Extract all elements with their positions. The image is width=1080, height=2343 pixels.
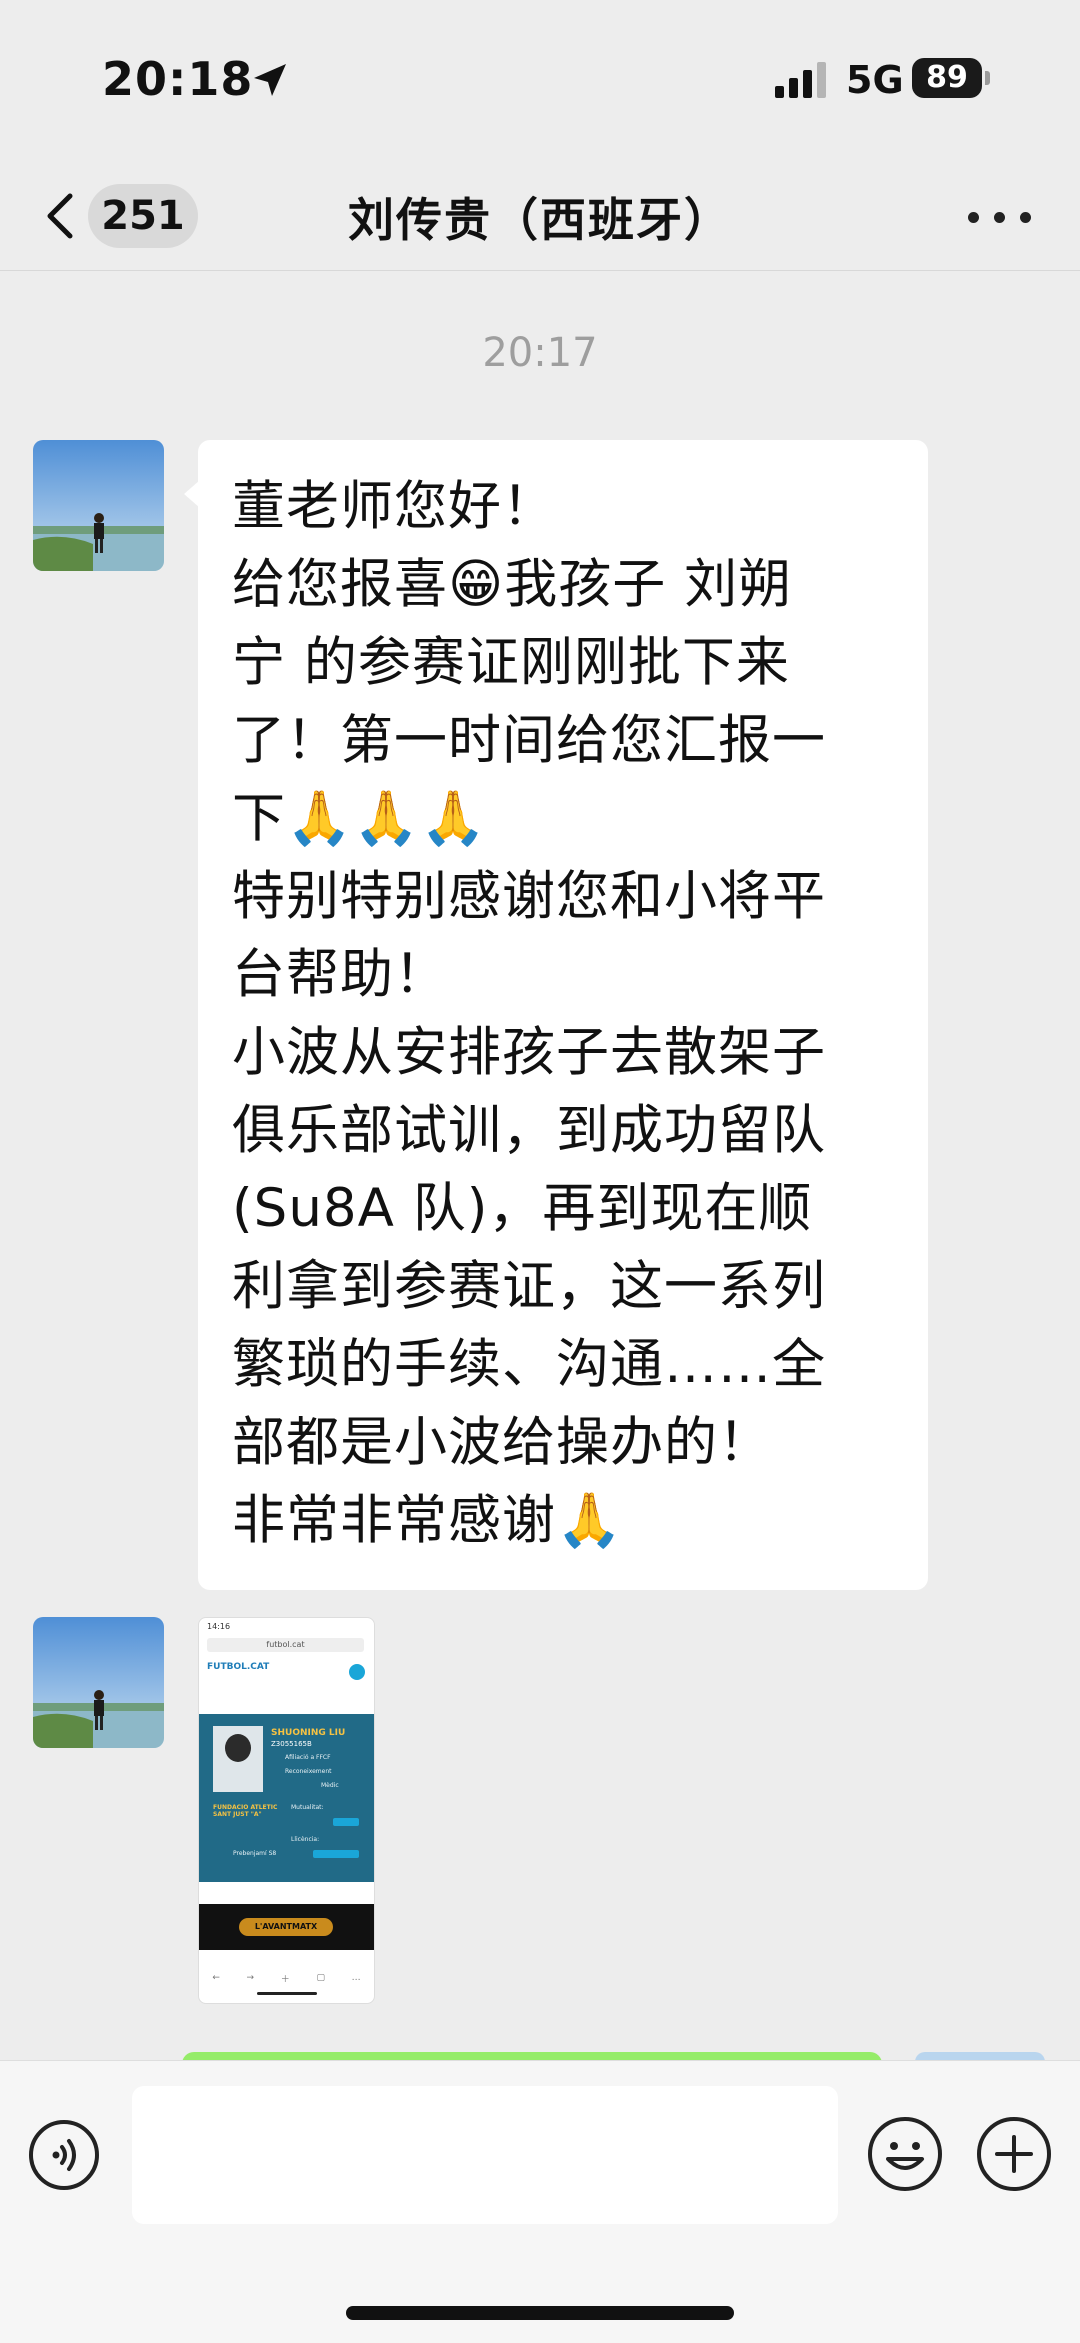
cellular-signal-icon: [775, 62, 826, 98]
status-bar: 20:18 5G 89: [0, 0, 1080, 160]
network-type: 5G: [846, 58, 904, 102]
message-line: 了！第一时间给您汇报一: [232, 710, 826, 771]
message-line: 董老师您好！: [232, 476, 556, 537]
chat-title: 刘传贵（西班牙）: [348, 193, 732, 247]
thumb-banner-text: L'AVANTMATX: [239, 1918, 333, 1936]
thumb-category: Prebenjamí S8: [233, 1850, 277, 1857]
thumb-menu-icon: [349, 1664, 365, 1680]
thumb-url-bar: futbol.cat: [207, 1638, 364, 1652]
more-options-button[interactable]: [964, 190, 1034, 240]
message-line: 小波从安排孩子去散架子: [232, 1022, 826, 1083]
message-line: 宁 的参赛证刚刚批下来: [232, 632, 790, 693]
emoji-icon[interactable]: [866, 2115, 944, 2193]
thumb-license-chip: [313, 1850, 359, 1858]
message-line: 台帮助！: [232, 944, 448, 1005]
sender-avatar[interactable]: [33, 440, 164, 571]
location-arrow-icon: [254, 64, 286, 96]
message-line: 非常非常感谢🙏: [232, 1490, 623, 1551]
message-timestamp: 20:17: [482, 330, 598, 376]
battery-indicator: 89: [912, 58, 982, 98]
thumb-player-name: SHUONING LIU: [271, 1728, 346, 1738]
thumb-status-time: 14:16: [207, 1622, 231, 1631]
thumb-home-indicator: [257, 1992, 317, 1995]
chat-header: 251 刘传贵（西班牙）: [0, 160, 1080, 271]
bubble-tail: [184, 480, 200, 508]
back-button[interactable]: 251: [40, 184, 210, 248]
thumb-mutualitat: Mutualitat:: [291, 1804, 324, 1811]
chevron-left-icon: [47, 193, 73, 239]
message-line: 繁琐的手续、沟通……全: [232, 1334, 826, 1395]
home-indicator: [346, 2306, 734, 2320]
message-line: 俱乐部试训，到成功留队: [232, 1100, 826, 1161]
voice-input-icon[interactable]: [28, 2119, 100, 2191]
thumb-status-chip: [333, 1818, 359, 1826]
chat-input-bar: [0, 2060, 1080, 2343]
message-line: 给您报喜😁我孩子 刘朔: [232, 554, 793, 615]
message-line: 特别特别感谢您和小将平: [232, 866, 826, 927]
thumb-affiliation: Afiliació a FFCF: [285, 1754, 331, 1761]
thumb-player-card: SHUONING LIU Z3055165B Afiliació a FFCF …: [199, 1714, 374, 1882]
thumb-back-icon: ←: [212, 1973, 220, 1983]
sender-avatar[interactable]: [33, 1617, 164, 1748]
message-line: 下🙏🙏🙏: [232, 788, 487, 849]
message-line: (Su8A 队)，再到现在顺: [232, 1178, 813, 1239]
add-attachment-icon[interactable]: [975, 2115, 1053, 2193]
thumb-medical: Mèdic: [321, 1782, 339, 1789]
thumb-add-icon: ＋: [280, 1974, 290, 1985]
status-time: 20:18: [102, 52, 254, 106]
thumb-player-id: Z3055165B: [271, 1740, 312, 1748]
avatar-photo-icon: [33, 1617, 164, 1748]
thumb-banner: L'AVANTMATX: [199, 1904, 374, 1950]
avatar-photo-icon: [33, 440, 164, 571]
thumb-club-name: FUNDACIO ATLETIC SANT JUST "A": [213, 1804, 278, 1818]
image-message-thumbnail[interactable]: 14:16 futbol.cat FUTBOL.CAT SHUONING LIU…: [198, 1617, 375, 2004]
message-line: 部都是小波给操办的！: [232, 1412, 772, 1473]
thumb-site-logo: FUTBOL.CAT: [207, 1662, 270, 1672]
message-line: 利拿到参赛证，这一系列: [232, 1256, 826, 1317]
unread-count-badge: 251: [88, 184, 198, 248]
thumb-licencia: Llicència:: [291, 1836, 320, 1843]
battery-cap: [985, 71, 990, 85]
thumb-recognition: Reconeixement: [285, 1768, 332, 1775]
thumb-browser-nav: ← → ＋ ▢ …: [199, 1968, 374, 1988]
thumb-forward-icon: →: [246, 1973, 255, 1983]
thumb-tabs-icon: ▢: [316, 1973, 325, 1983]
message-input[interactable]: [132, 2086, 838, 2224]
more-dots-icon: [968, 212, 979, 223]
text-message-bubble[interactable]: 董老师您好！ 给您报喜😁我孩子 刘朔 宁 的参赛证刚刚批下来 了！第一时间给您汇…: [184, 440, 928, 1590]
thumb-player-photo: [213, 1726, 263, 1792]
thumb-more-icon: …: [351, 1973, 361, 1983]
